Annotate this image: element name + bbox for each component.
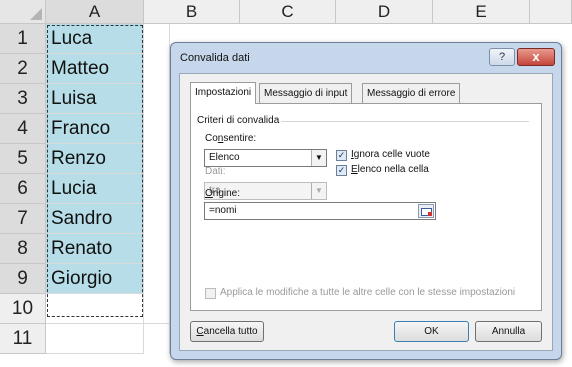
row-header-9[interactable]: 9 [0,264,46,294]
close-icon[interactable]: x [517,48,555,66]
ignore-blank-label: Ignora celle vuote [351,149,430,160]
column-header-d[interactable]: D [336,0,433,24]
data-validation-dialog: Convalida dati ? x Impostazioni Messaggi… [170,42,562,360]
check-icon: ✓ [337,150,346,160]
column-header-f[interactable] [530,0,572,24]
criteria-divider [281,121,529,122]
clear-all-button[interactable]: Cancella tutto [190,321,264,342]
cell-a10[interactable] [46,294,144,324]
cell-a2[interactable]: Matteo [46,54,144,84]
cancel-button[interactable]: Annulla [475,321,542,342]
row-header-10[interactable]: 10 [0,294,46,324]
cell-a11[interactable] [46,324,144,354]
tab-input-message[interactable]: Messaggio di input [259,83,353,103]
row-header-7[interactable]: 7 [0,204,46,234]
cell-b10[interactable] [144,294,170,324]
row-header-6[interactable]: 6 [0,174,46,204]
column-header-b[interactable]: B [144,0,240,24]
dialog-title: Convalida dati [180,52,250,64]
cell-a9[interactable]: Giorgio [46,264,144,294]
dialog-titlebar[interactable]: Convalida dati ? x [171,43,561,73]
allow-label: Consentire: [205,133,257,144]
dialog-client-area: Impostazioni Messaggio di input Messaggi… [179,73,553,351]
cell-a5[interactable]: Renzo [46,144,144,174]
settings-panel: Criteri di convalida Consentire: Elenco … [190,103,542,311]
row-header-1[interactable]: 1 [0,24,46,54]
chevron-down-icon[interactable]: ▼ [311,150,326,166]
source-label: Origine: [205,188,241,199]
apply-all-checkbox[interactable] [205,288,216,299]
row-header-3[interactable]: 3 [0,84,46,114]
criteria-label: Criteri di convalida [197,115,280,126]
data-label: Dati: [205,166,226,177]
row-header-4[interactable]: 4 [0,114,46,144]
ok-button[interactable]: OK [394,321,469,342]
row-header-8[interactable]: 8 [0,234,46,264]
apply-all-label: Applica le modifiche a tutte le altre ce… [220,287,516,298]
cell-a3[interactable]: Luisa [46,84,144,114]
select-all-triangle-icon [30,8,42,20]
column-header-c[interactable]: C [240,0,336,24]
cell-a6[interactable]: Lucia [46,174,144,204]
tab-settings[interactable]: Impostazioni [190,82,257,104]
row-header-2[interactable]: 2 [0,54,46,84]
in-cell-dropdown-checkbox[interactable]: ✓ [336,165,347,176]
source-input[interactable]: =nomi [204,202,436,220]
column-header-e[interactable]: E [433,0,530,24]
help-icon[interactable]: ? [489,48,515,66]
row-header-5[interactable]: 5 [0,144,46,174]
allow-dropdown[interactable]: Elenco ▼ [204,149,327,167]
column-header-a[interactable]: A [46,0,144,24]
chevron-down-icon[interactable]: ▼ [311,183,326,199]
cell-a4[interactable]: Franco [46,114,144,144]
in-cell-dropdown-label: Elenco nella cella [351,164,429,175]
cell-a7[interactable]: Sandro [46,204,144,234]
range-picker-icon[interactable] [418,204,434,218]
row-header-11[interactable]: 11 [0,324,46,354]
tab-error-message[interactable]: Messaggio di errore [362,83,461,103]
check-icon: ✓ [337,165,346,175]
ignore-blank-checkbox[interactable]: ✓ [336,150,347,161]
select-all-corner[interactable] [0,0,46,24]
cell-a8[interactable]: Renato [46,234,144,264]
source-value: =nomi [209,205,237,216]
allow-value: Elenco [209,152,240,163]
cell-a1[interactable]: Luca [46,24,144,54]
